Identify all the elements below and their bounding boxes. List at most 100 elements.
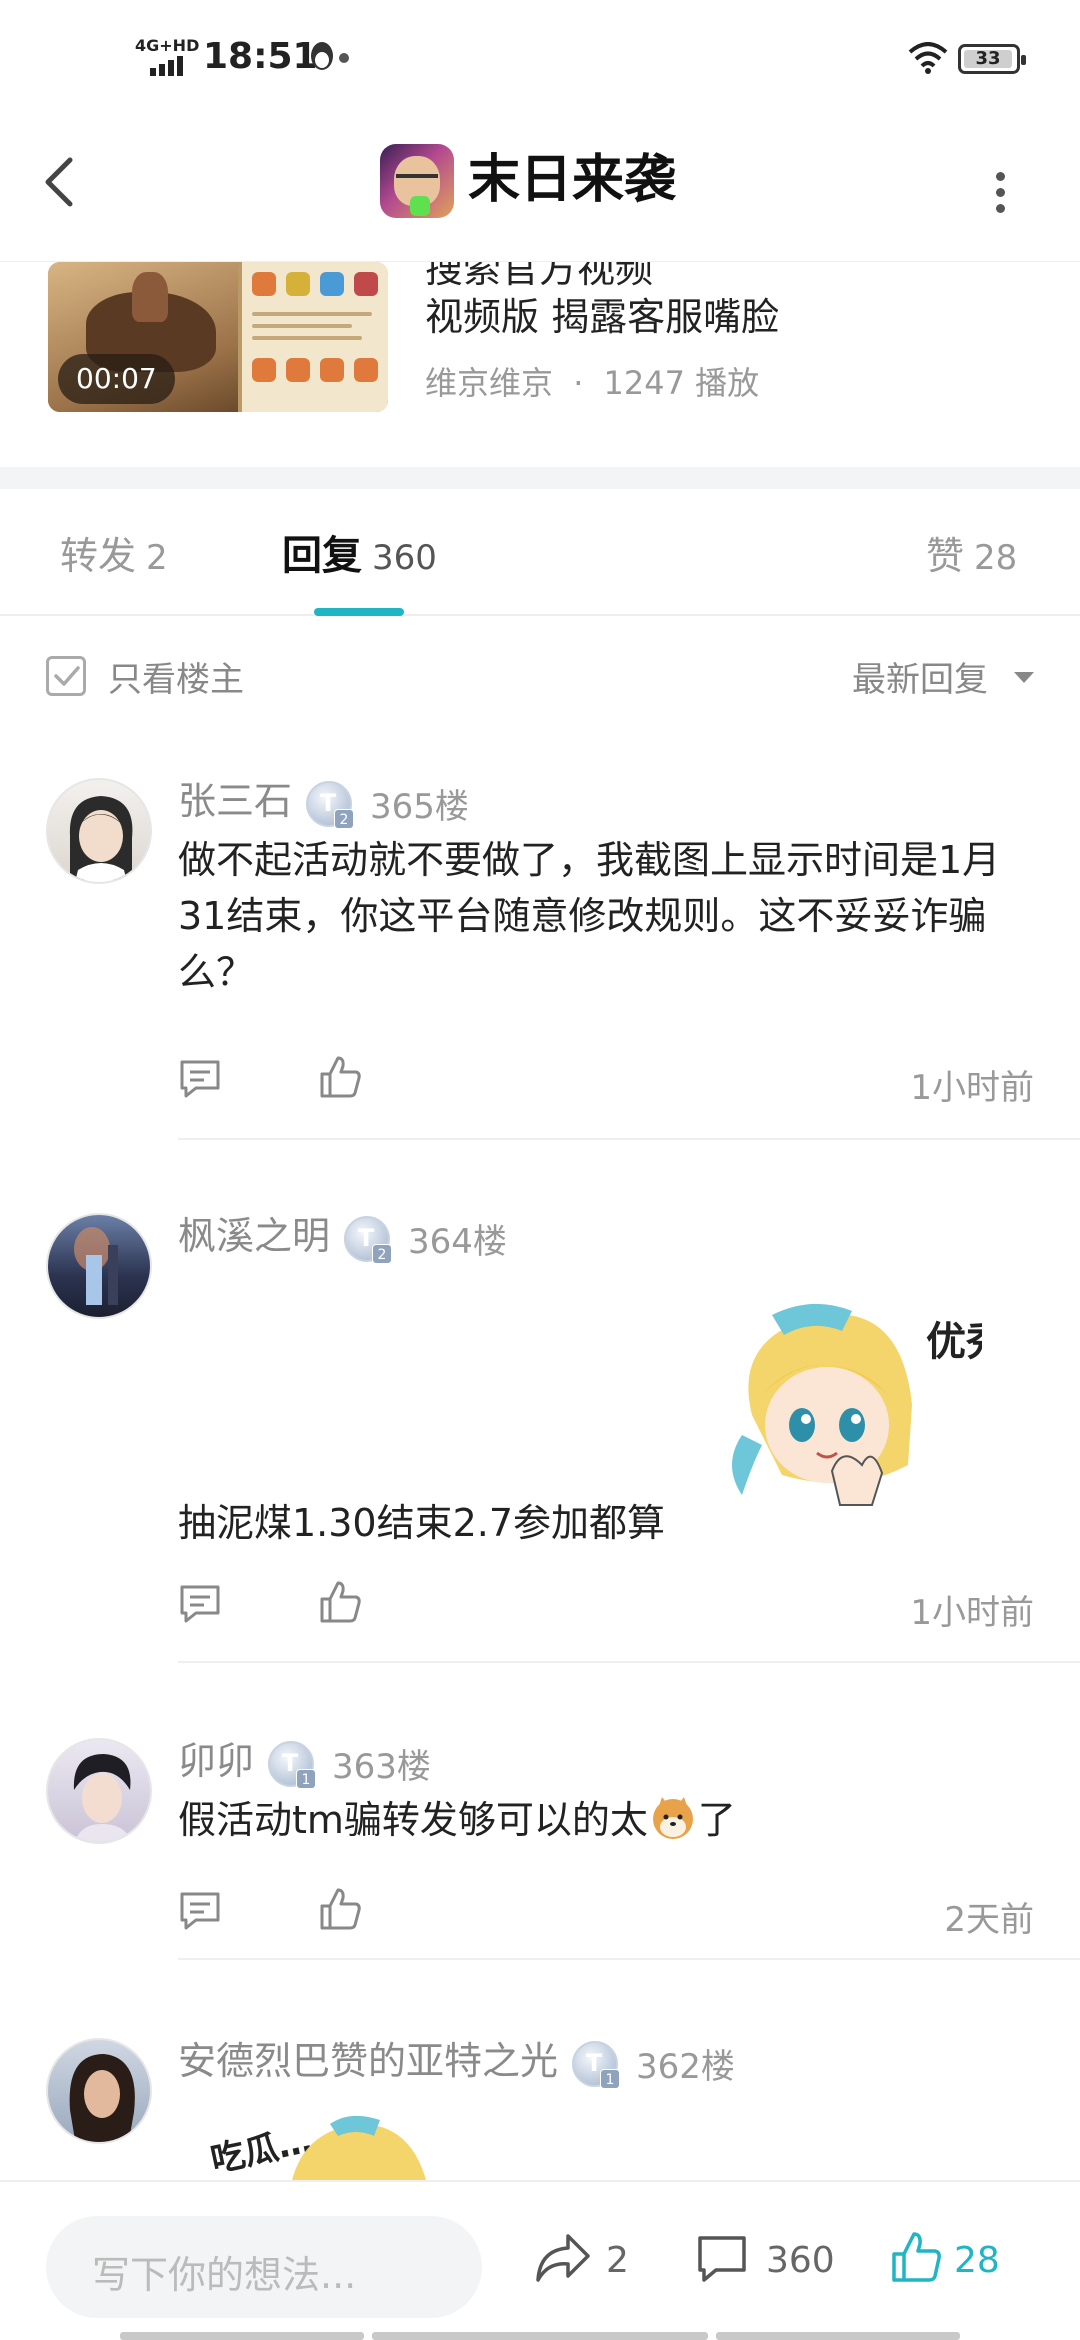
comment-header: 卯卯 T 1 363楼 bbox=[178, 1730, 431, 1789]
video-duration: 00:07 bbox=[58, 354, 175, 404]
comment-text: 做不起活动就不要做了，我截图上显示时间是1月31结束，你这平台随意修改规则。这不… bbox=[178, 838, 1001, 994]
comment-actions: 1小时前 bbox=[178, 1050, 1048, 1110]
chevron-left-icon bbox=[45, 157, 73, 207]
battery-level: 33 bbox=[975, 48, 1001, 69]
avatar-illustration bbox=[69, 796, 133, 882]
level-number: 2 bbox=[334, 808, 355, 829]
reply-icon[interactable] bbox=[178, 1583, 222, 1625]
comment-input-placeholder: 写下你的想法... bbox=[92, 2253, 357, 2297]
back-button[interactable] bbox=[40, 152, 104, 232]
clock: 18:51 bbox=[203, 36, 318, 77]
tab-replies-label: 回复 bbox=[282, 533, 362, 579]
comment-time: 1小时前 bbox=[910, 1593, 1034, 1633]
tab-forward-label: 转发 bbox=[60, 534, 137, 578]
thumbs-up-icon bbox=[892, 2232, 941, 2282]
avatar[interactable] bbox=[46, 1213, 152, 1319]
divider bbox=[178, 1661, 1080, 1663]
comment-text-main: 假活动tm骗转发够可以的太 bbox=[178, 1798, 648, 1842]
share-button[interactable]: 2 bbox=[534, 2232, 644, 2292]
avatar[interactable] bbox=[46, 1738, 152, 1844]
floor-number: 364楼 bbox=[408, 1222, 507, 1262]
comment-bubble-icon bbox=[698, 2236, 746, 2282]
comment-actions: 1小时前 bbox=[178, 1575, 1048, 1635]
share-arrow-icon bbox=[536, 2234, 590, 2282]
divider bbox=[178, 1958, 1080, 1960]
doge-emoji-icon bbox=[652, 1797, 693, 1839]
tab-replies[interactable]: 回复 360 bbox=[282, 523, 437, 581]
comment-header: 安德烈巴赞的亚特之光 T 1 362楼 bbox=[178, 2030, 735, 2089]
gesture-bar bbox=[716, 2332, 960, 2340]
thumbs-up-icon[interactable] bbox=[318, 1886, 362, 1932]
tab-likes[interactable]: 赞 28 bbox=[926, 525, 1017, 580]
tab-forward-count: 2 bbox=[146, 538, 168, 578]
anime-girl-sticker: 吃瓜… bbox=[207, 2115, 426, 2180]
username[interactable]: 枫溪之明 bbox=[178, 1214, 330, 1258]
meta-separator: · bbox=[573, 364, 584, 402]
video-thumbnail[interactable]: 00:07 bbox=[48, 262, 388, 412]
level-number: 1 bbox=[600, 2068, 621, 2089]
filter-row: 只看楼主 最新回复 bbox=[0, 616, 1080, 736]
gesture-bar bbox=[120, 2332, 364, 2340]
avatar[interactable] bbox=[46, 2038, 152, 2144]
caret-down-icon[interactable] bbox=[1014, 672, 1034, 683]
comment-actions: 2天前 bbox=[178, 1882, 1048, 1942]
network-type: 4G+HD bbox=[135, 36, 200, 55]
bottom-bar: 写下你的想法... 2 360 28 bbox=[0, 2180, 1080, 2340]
comment-button[interactable]: 360 bbox=[696, 2232, 836, 2292]
tab-replies-count: 360 bbox=[372, 538, 437, 578]
active-tab-indicator bbox=[314, 608, 404, 616]
top-nav-bar: 末日来袭 bbox=[0, 120, 1080, 262]
tab-bar: 转发 2 回复 360 赞 28 bbox=[0, 489, 1080, 616]
video-plays: 1247 播放 bbox=[603, 364, 760, 402]
comment-header: 张三石 T 2 365楼 bbox=[178, 770, 469, 829]
avatar[interactable] bbox=[46, 778, 152, 884]
comment-header: 枫溪之明 T 2 364楼 bbox=[178, 1205, 507, 1264]
username[interactable]: 卯卯 bbox=[178, 1739, 254, 1783]
level-badge-icon: T1 bbox=[268, 1740, 317, 1789]
level-badge-icon: T2 bbox=[306, 780, 355, 829]
like-button[interactable]: 28 bbox=[890, 2232, 1020, 2292]
sticker-image[interactable]: 吃瓜… bbox=[207, 2110, 450, 2180]
username[interactable]: 张三石 bbox=[178, 779, 292, 823]
level-number: 1 bbox=[296, 1768, 317, 1789]
sticker-image[interactable]: 优秀 bbox=[712, 1295, 1006, 1525]
tab-likes-label: 赞 bbox=[926, 534, 965, 578]
qq-notification-icon bbox=[311, 42, 349, 70]
only-op-label[interactable]: 只看楼主 bbox=[108, 652, 244, 701]
wifi-icon bbox=[908, 42, 948, 74]
tab-likes-count: 28 bbox=[974, 538, 1018, 578]
section-divider bbox=[0, 467, 1080, 489]
page-title[interactable]: 末日来袭 bbox=[468, 138, 676, 222]
video-title-line-2: 视频版 揭露客服嘴脸 bbox=[425, 295, 780, 339]
floor-number: 363楼 bbox=[332, 1747, 431, 1787]
only-op-checkbox[interactable] bbox=[46, 656, 86, 696]
thumbs-up-icon[interactable] bbox=[318, 1579, 362, 1625]
comment-text: 抽泥煤1.30结束2.7参加都算 bbox=[178, 1501, 666, 1545]
more-options-button[interactable] bbox=[980, 160, 1020, 224]
reply-icon[interactable] bbox=[178, 1058, 222, 1100]
floor-number: 365楼 bbox=[370, 787, 469, 827]
level-badge-icon: T1 bbox=[572, 2040, 621, 2089]
comment-count: 360 bbox=[766, 2240, 835, 2281]
level-badge-icon: T2 bbox=[344, 1215, 393, 1264]
game-logo[interactable] bbox=[380, 144, 454, 218]
avatar-illustration bbox=[73, 1754, 131, 1842]
comment-time: 2天前 bbox=[944, 1900, 1034, 1940]
check-icon bbox=[54, 666, 80, 686]
avatar-illustration bbox=[69, 2054, 135, 2142]
signal-icon bbox=[150, 56, 183, 76]
thumbs-up-icon[interactable] bbox=[318, 1054, 362, 1100]
comment-text-tail: 了 bbox=[697, 1798, 736, 1842]
level-number: 2 bbox=[372, 1243, 393, 1264]
reply-icon[interactable] bbox=[178, 1890, 222, 1932]
sort-dropdown[interactable]: 最新回复 bbox=[852, 652, 988, 701]
like-count: 28 bbox=[954, 2240, 1000, 2281]
video-meta: 维京维京 · 1247 播放 bbox=[425, 358, 759, 404]
username[interactable]: 安德烈巴赞的亚特之光 bbox=[178, 2039, 558, 2083]
divider bbox=[178, 1138, 1080, 1140]
comment-time: 1小时前 bbox=[910, 1068, 1034, 1108]
tab-forward[interactable]: 转发 2 bbox=[60, 525, 168, 580]
video-card[interactable]: 00:07 搜索官方视频 视频版 揭露客服嘴脸 维京维京 · 1247 播放 bbox=[0, 262, 1080, 467]
comment-input[interactable]: 写下你的想法... bbox=[46, 2216, 482, 2318]
avatar-illustration bbox=[74, 1227, 118, 1305]
